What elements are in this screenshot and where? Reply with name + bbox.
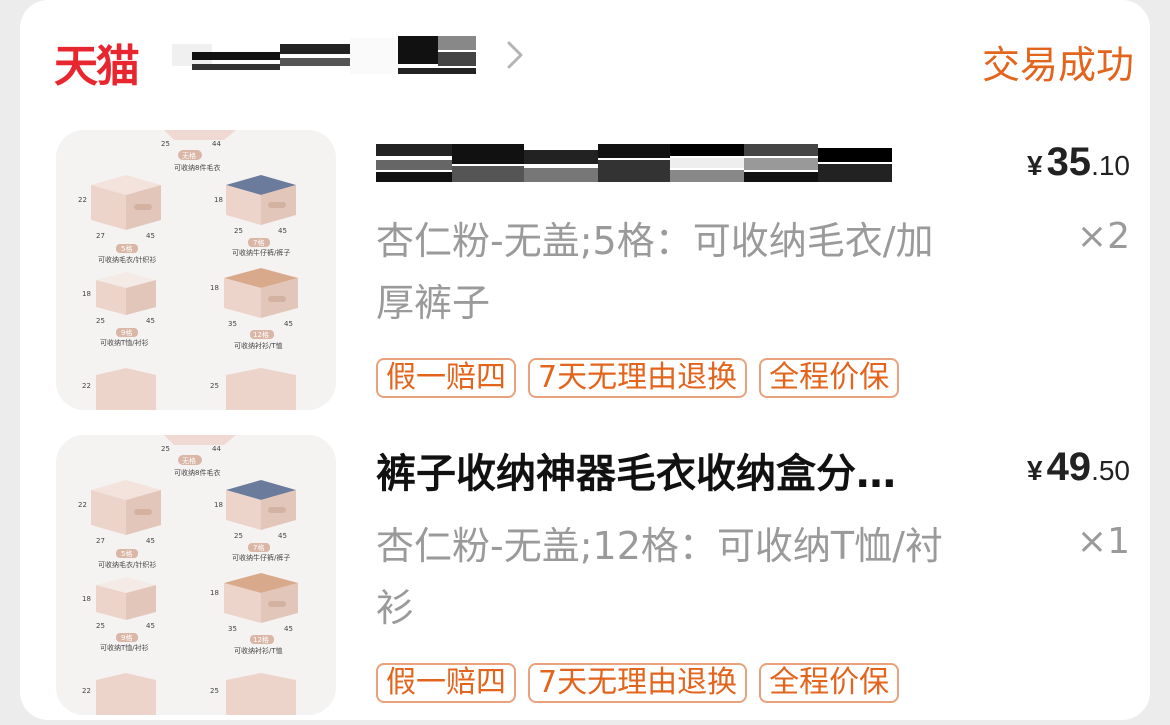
- service-tags: 假一赔四 7天无理由退换 全程价保: [376, 358, 900, 398]
- product-thumbnail[interactable]: 25 44 无格 可收纳8件毛衣 22 27 45 5格 可收纳毛衣/针织衫 1…: [56, 435, 336, 715]
- storage-box-image: 25 44 无格 可收纳8件毛衣 22 27 45 5格 可收纳毛衣/针织衫 1…: [56, 435, 336, 715]
- svg-text:25: 25: [210, 687, 219, 695]
- thumb-name: 无格: [182, 151, 196, 160]
- product-quantity: ×1: [1076, 521, 1130, 562]
- store-header[interactable]: 天猫 交易成功: [54, 26, 1134, 92]
- svg-text:35: 35: [228, 320, 237, 328]
- svg-text:可收纳牛仔裤/裤子: 可收纳牛仔裤/裤子: [232, 248, 290, 257]
- chevron-right-icon[interactable]: [502, 38, 528, 72]
- svg-text:27: 27: [96, 537, 105, 545]
- svg-text:22: 22: [78, 501, 87, 509]
- product-price: ¥49.50: [1026, 445, 1130, 489]
- product-spec: 杏仁粉-无盖;5格：可收纳毛衣/加厚裤子: [376, 219, 934, 325]
- svg-text:可收纳衬衫/T恤: 可收纳衬衫/T恤: [234, 341, 283, 350]
- svg-text:无格: 无格: [182, 456, 196, 465]
- product-spec: 杏仁粉-无盖;12格：可收纳T恤/衬衫: [376, 524, 943, 630]
- product-quantity: ×2: [1076, 216, 1130, 257]
- product-item[interactable]: 25 44 无格 可收纳8件毛衣 22 27 45 5格 可收纳毛衣/针织衫 1…: [56, 130, 1136, 420]
- svg-text:9格: 9格: [121, 633, 132, 642]
- tmall-logo: 天猫: [54, 41, 140, 92]
- product-title-redacted[interactable]: [376, 144, 896, 184]
- svg-text:45: 45: [146, 622, 155, 630]
- svg-text:45: 45: [284, 320, 293, 328]
- svg-text:25: 25: [96, 622, 105, 630]
- svg-text:可收纳毛衣/针织衫: 可收纳毛衣/针织衫: [98, 255, 156, 264]
- svg-text:12格: 12格: [253, 635, 269, 644]
- svg-text:9格: 9格: [121, 328, 132, 337]
- svg-text:45: 45: [278, 227, 287, 235]
- svg-text:27: 27: [96, 232, 105, 240]
- thumb-dim: 44: [212, 140, 221, 148]
- svg-text:18: 18: [214, 196, 223, 204]
- svg-text:45: 45: [284, 625, 293, 633]
- svg-text:22: 22: [78, 196, 87, 204]
- product-thumbnail[interactable]: 25 44 无格 可收纳8件毛衣 22 27 45 5格 可收纳毛衣/针织衫 1…: [56, 130, 336, 410]
- svg-text:可收纳衬衫/T恤: 可收纳衬衫/T恤: [234, 646, 283, 655]
- svg-text:45: 45: [146, 317, 155, 325]
- svg-text:44: 44: [212, 445, 221, 453]
- service-tags: 假一赔四 7天无理由退换 全程价保: [376, 663, 900, 703]
- svg-text:18: 18: [210, 589, 219, 597]
- store-name-redacted[interactable]: [172, 32, 492, 82]
- product-item[interactable]: 25 44 无格 可收纳8件毛衣 22 27 45 5格 可收纳毛衣/针织衫 1…: [56, 435, 1136, 725]
- tag-7day-return: 7天无理由退换: [528, 663, 748, 703]
- svg-text:25: 25: [210, 382, 219, 390]
- svg-text:18: 18: [210, 284, 219, 292]
- tag-price-protection: 全程价保: [759, 358, 900, 398]
- svg-text:可收纳毛衣/针织衫: 可收纳毛衣/针织衫: [98, 560, 156, 569]
- svg-text:35: 35: [228, 625, 237, 633]
- svg-text:45: 45: [278, 532, 287, 540]
- tag-7day-return: 7天无理由退换: [528, 358, 748, 398]
- svg-text:可收纳T恤/衬衫: 可收纳T恤/衬衫: [100, 338, 149, 347]
- svg-text:45: 45: [146, 537, 155, 545]
- svg-text:25: 25: [96, 317, 105, 325]
- order-status: 交易成功: [981, 43, 1134, 87]
- svg-text:45: 45: [146, 232, 155, 240]
- svg-text:22: 22: [82, 382, 91, 390]
- svg-text:7格: 7格: [253, 543, 264, 552]
- svg-text:12格: 12格: [253, 330, 269, 339]
- svg-text:5格: 5格: [121, 244, 132, 253]
- svg-text:可收纳8件毛衣: 可收纳8件毛衣: [174, 468, 220, 477]
- thumb-dim: 25: [161, 140, 170, 148]
- svg-text:25: 25: [234, 532, 243, 540]
- svg-text:18: 18: [214, 501, 223, 509]
- svg-text:可收纳牛仔裤/裤子: 可收纳牛仔裤/裤子: [232, 553, 290, 562]
- svg-text:18: 18: [82, 595, 91, 603]
- svg-text:25: 25: [234, 227, 243, 235]
- svg-text:7格: 7格: [253, 238, 264, 247]
- svg-text:可收纳T恤/衬衫: 可收纳T恤/衬衫: [100, 643, 149, 652]
- svg-text:5格: 5格: [121, 549, 132, 558]
- tag-fake-compensation: 假一赔四: [376, 358, 516, 398]
- thumb-desc: 可收纳8件毛衣: [174, 163, 220, 172]
- order-card: 天猫 交易成功 25 44 无格 可收纳8件毛衣 22 27 45 5格 可收纳…: [20, 0, 1150, 720]
- svg-text:18: 18: [82, 290, 91, 298]
- svg-text:22: 22: [82, 687, 91, 695]
- product-title[interactable]: 裤子收纳神器毛衣收纳盒分…: [376, 441, 966, 499]
- tag-fake-compensation: 假一赔四: [376, 663, 516, 703]
- product-price: ¥35.10: [1026, 140, 1130, 184]
- storage-box-image: 25 44 无格 可收纳8件毛衣 22 27 45 5格 可收纳毛衣/针织衫 1…: [56, 130, 336, 410]
- svg-text:25: 25: [161, 445, 170, 453]
- tag-price-protection: 全程价保: [759, 663, 900, 703]
